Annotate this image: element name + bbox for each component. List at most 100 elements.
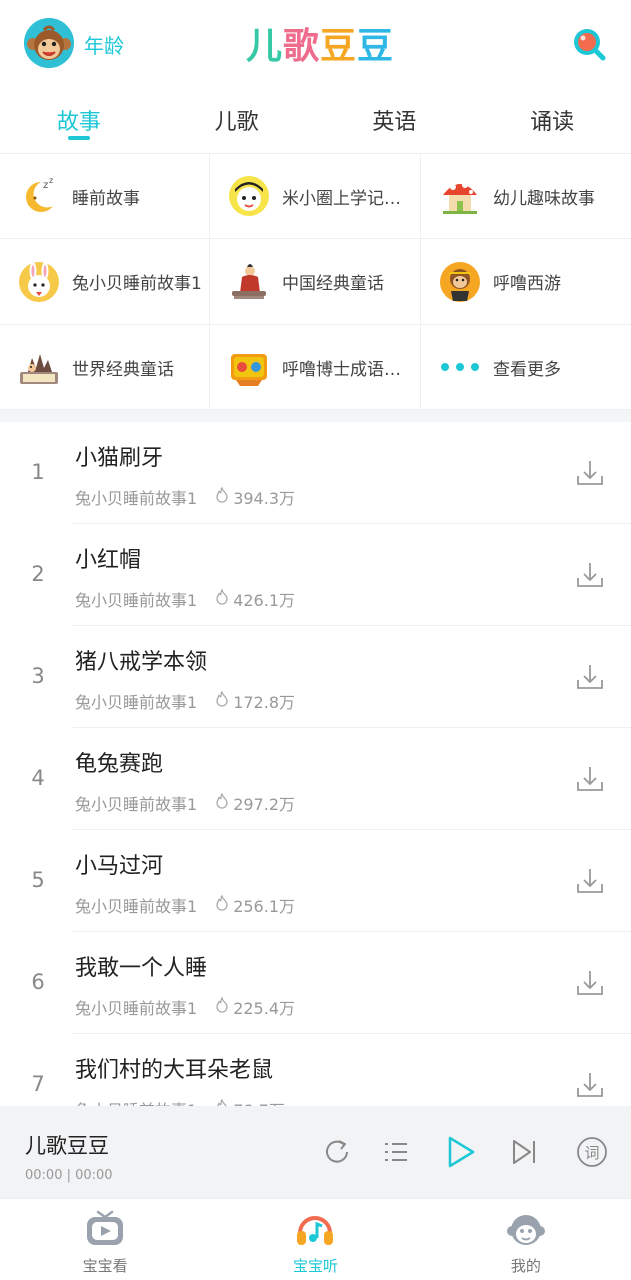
tab-recite[interactable]: 诵读 — [473, 88, 631, 153]
app-header: 年龄 儿 歌 豆 豆 — [0, 0, 631, 88]
logo-char: 豆 — [357, 26, 395, 67]
story-index: 5 — [31, 868, 45, 892]
story-album: 兔小贝睡前故事1 — [75, 693, 198, 712]
section-divider — [0, 410, 631, 422]
album-label: 米小圈上学记：... — [282, 188, 417, 209]
story-index: 3 — [31, 664, 45, 688]
monkey-profile-icon — [506, 1209, 546, 1249]
story-row[interactable]: 5 小马过河兔小贝睡前故事1 256.1万 — [0, 830, 631, 932]
album-item-hulu-xiyou[interactable]: 呼噜西游 — [421, 239, 631, 325]
story-row[interactable]: 3 猪八戒学本领 兔小贝睡前故事1 172.8万 — [0, 626, 631, 728]
album-label: 睡前故事 — [72, 188, 140, 209]
player-title: 儿歌豆豆 — [25, 1134, 109, 1158]
tv-play-icon — [85, 1209, 125, 1249]
nav-label: 我的 — [510, 1257, 541, 1275]
album-item-fun-stories[interactable]: 幼儿趣味故事 — [421, 154, 631, 239]
download-icon[interactable] — [575, 764, 605, 794]
headphones-music-icon — [295, 1209, 335, 1249]
album-item-rabbit[interactable]: 兔小贝睡前故事1 — [0, 239, 210, 325]
story-title: 小马过河 — [75, 854, 164, 879]
lyrics-label: 词 — [584, 1144, 599, 1162]
logo-char: 儿 — [246, 26, 284, 67]
tab-stories[interactable]: 故事 — [0, 88, 158, 153]
flame-icon — [215, 894, 233, 915]
story-row[interactable]: 2 小红帽 兔小贝睡前故事1 426.1万 — [0, 524, 631, 626]
story-album: 兔小贝睡前故事1 — [75, 1097, 197, 1106]
playlist-icon[interactable] — [379, 1135, 413, 1169]
play-icon[interactable] — [442, 1135, 476, 1169]
story-row[interactable]: 4 龟兔赛跑 兔小贝睡前故事1 297.2万 — [0, 728, 631, 830]
view-more-button[interactable]: 查看更多 — [421, 325, 631, 410]
story-meta: 兔小贝睡前故事1 256.1万 — [75, 893, 295, 917]
player-time: 00:00 | 00:00 — [25, 1168, 113, 1183]
flame-icon — [215, 1098, 233, 1106]
story-index: 2 — [31, 562, 45, 586]
story-meta: 兔小贝睡前故事1 394.3万 — [75, 485, 295, 509]
monkey-king-icon — [439, 261, 481, 303]
story-index: 6 — [31, 970, 45, 994]
download-icon[interactable] — [575, 968, 605, 998]
search-icon[interactable] — [571, 26, 607, 62]
tab-english[interactable]: 英语 — [316, 88, 474, 153]
story-index: 1 — [31, 460, 45, 484]
story-row[interactable]: 1 小猫刷牙兔小贝睡前故事1 394.3万 — [0, 422, 631, 524]
album-item-mixiaoquan[interactable]: 米小圈上学记：... — [210, 154, 421, 239]
play-count: 394.3万 — [215, 485, 295, 509]
album-label: 兔小贝睡前故事1 — [72, 274, 202, 294]
play-count: 426.1万 — [215, 587, 295, 611]
moon-sleep-icon: z z — [18, 175, 60, 217]
album-grid: z z 睡前故事 米小圈上学记：... 幼儿趣味故事 兔小贝睡前故事1 中国经典… — [0, 154, 631, 410]
story-title: 龟兔赛跑 — [75, 752, 164, 777]
play-count-value: 78.7万 — [233, 1097, 285, 1106]
story-title: 小猫刷牙 — [75, 446, 164, 471]
bottom-nav: 宝宝看 宝宝听 我的 — [0, 1198, 631, 1280]
monkey-avatar-icon[interactable] — [24, 18, 74, 68]
lyrics-button[interactable]: 词 — [575, 1135, 609, 1169]
repeat-icon[interactable] — [320, 1135, 354, 1169]
mini-player[interactable]: 儿歌豆豆 00:00 | 00:00 词 — [0, 1106, 631, 1198]
more-dots-icon — [439, 346, 481, 388]
story-meta: 兔小贝睡前故事1 225.4万 — [75, 995, 295, 1019]
play-count: 297.2万 — [215, 791, 295, 815]
idiom-story-icon — [228, 346, 270, 388]
story-album: 兔小贝睡前故事1 — [75, 897, 198, 916]
nav-profile[interactable]: 我的 — [421, 1199, 631, 1280]
album-item-bedtime[interactable]: z z 睡前故事 — [0, 154, 210, 239]
story-album: 兔小贝睡前故事1 — [75, 489, 198, 508]
album-label: 中国经典童话 — [282, 274, 384, 294]
play-count-value: 394.3万 — [233, 489, 295, 508]
age-selector[interactable]: 年龄 — [84, 30, 124, 59]
app-logo: 儿 歌 豆 豆 — [246, 20, 395, 67]
story-meta: 兔小贝睡前故事1 172.8万 — [75, 689, 295, 713]
nav-watch[interactable]: 宝宝看 — [0, 1199, 210, 1280]
album-item-idiom-stories[interactable]: 呼噜博士成语故... — [210, 325, 421, 410]
flame-icon — [215, 486, 233, 507]
story-row[interactable]: 7 我们村的大耳朵老鼠兔小贝睡前故事1 78.7万 — [0, 1034, 631, 1106]
story-title: 小红帽 — [75, 548, 142, 573]
play-count-value: 297.2万 — [233, 795, 295, 814]
play-count: 225.4万 — [215, 995, 295, 1019]
download-icon[interactable] — [575, 458, 605, 488]
play-count: 256.1万 — [215, 893, 295, 917]
tab-songs[interactable]: 儿歌 — [158, 88, 316, 153]
download-icon[interactable] — [575, 662, 605, 692]
download-icon[interactable] — [575, 1070, 605, 1100]
nav-label: 宝宝看 — [82, 1257, 128, 1275]
story-row[interactable]: 6 我敢一个人睡 兔小贝睡前故事1 225.4万 — [0, 932, 631, 1034]
play-count-value: 426.1万 — [233, 591, 295, 610]
svg-text:z: z — [43, 180, 48, 191]
download-icon[interactable] — [575, 866, 605, 896]
album-label: 呼噜西游 — [493, 274, 561, 294]
next-track-icon[interactable] — [507, 1135, 541, 1169]
story-album: 兔小贝睡前故事1 — [75, 795, 198, 814]
flame-icon — [215, 690, 233, 711]
album-item-chinese-classics[interactable]: 中国经典童话 — [210, 239, 421, 325]
mixiaoquan-icon — [228, 175, 270, 217]
hedgehog-book-icon — [18, 346, 60, 388]
nav-listen[interactable]: 宝宝听 — [210, 1199, 420, 1280]
download-icon[interactable] — [575, 560, 605, 590]
album-item-world-classics[interactable]: 世界经典童话 — [0, 325, 210, 410]
logo-char: 歌 — [283, 26, 321, 67]
nav-label: 宝宝听 — [292, 1257, 338, 1275]
flame-icon — [215, 996, 233, 1017]
